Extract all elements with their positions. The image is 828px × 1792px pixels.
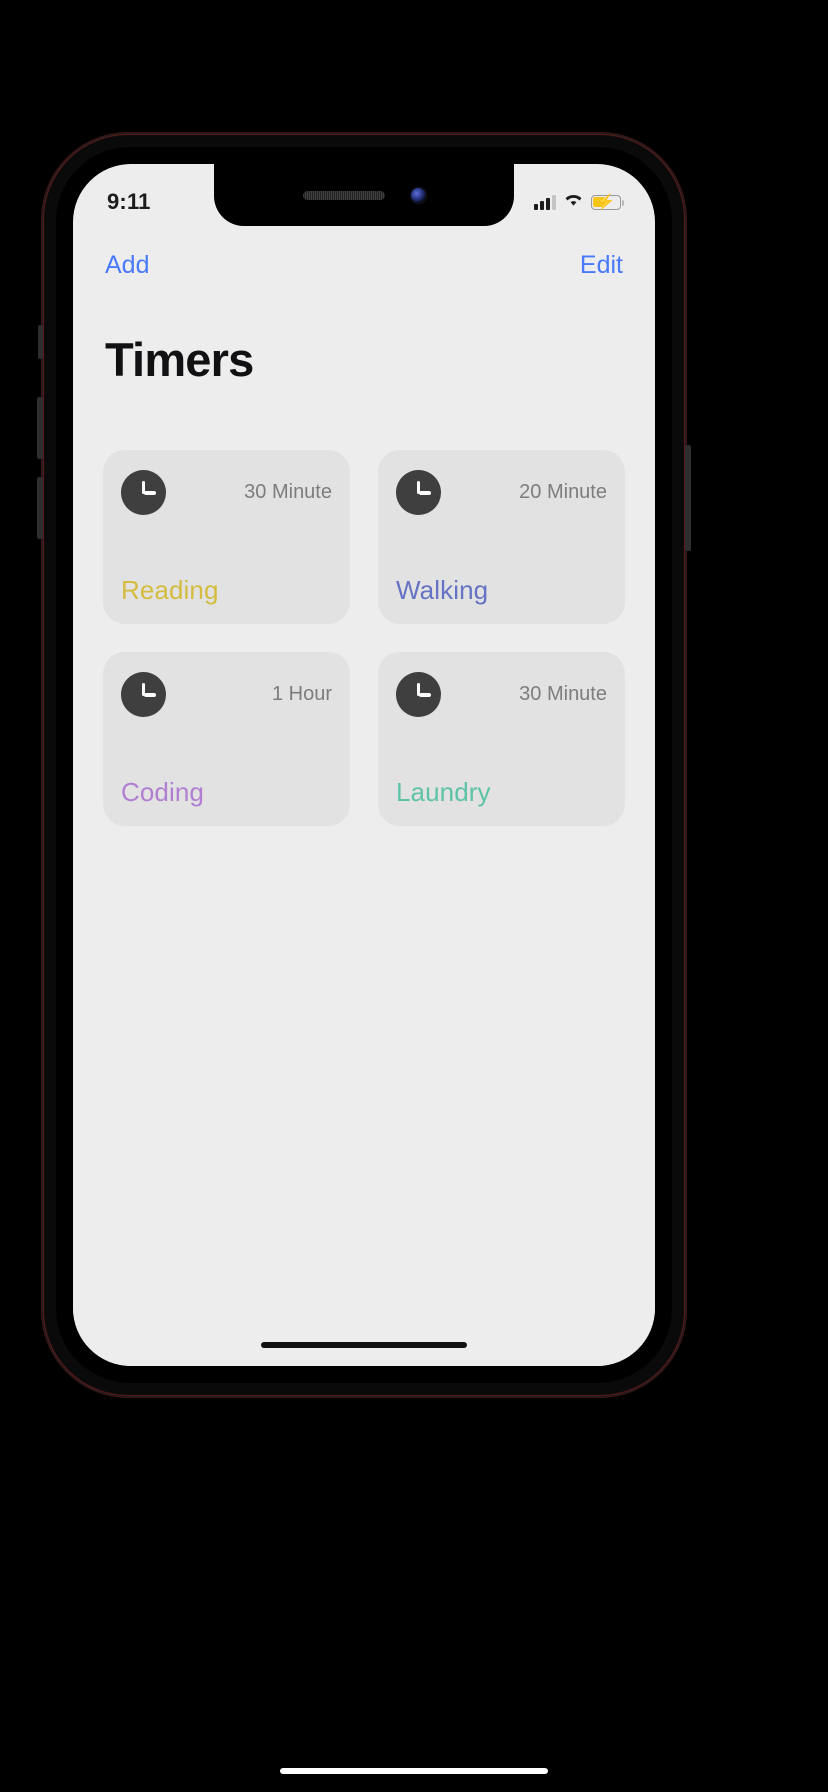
status-bar-time: 9:11 — [107, 189, 151, 214]
edit-button[interactable]: Edit — [580, 253, 623, 278]
clock-icon — [396, 672, 441, 718]
device-frame: 9:11 ⚡ Add Edit Timers 30 Minute Reading… — [37, 133, 691, 1397]
timer-duration: 30 Minute — [244, 481, 332, 504]
notch — [214, 164, 514, 226]
silent-switch-button[interactable] — [38, 325, 43, 359]
timer-card-coding[interactable]: 1 Hour Coding — [103, 652, 350, 827]
volume-up-button[interactable] — [37, 397, 43, 459]
earpiece-speaker-icon — [302, 190, 385, 200]
timer-card-laundry[interactable]: 30 Minute Laundry — [378, 652, 625, 827]
power-button[interactable] — [685, 445, 691, 551]
front-camera-icon — [410, 187, 426, 203]
clock-icon — [121, 672, 166, 718]
add-button[interactable]: Add — [105, 253, 149, 278]
volume-down-button[interactable] — [37, 477, 43, 539]
timer-grid: 30 Minute Reading 20 Minute Walking 1 Ho… — [73, 416, 655, 827]
timer-duration: 30 Minute — [519, 683, 607, 706]
timer-duration: 1 Hour — [271, 683, 332, 706]
timer-duration: 20 Minute — [519, 481, 607, 504]
navigation-bar: Add Edit — [73, 226, 655, 278]
clock-icon — [396, 470, 441, 516]
timer-label: Laundry — [396, 777, 491, 808]
timer-card-header: 1 Hour — [121, 672, 332, 718]
timer-card-header: 30 Minute — [121, 470, 332, 516]
phone-screen: 9:11 ⚡ Add Edit Timers 30 Minute Reading… — [73, 164, 655, 1366]
timer-card-walking[interactable]: 20 Minute Walking — [378, 450, 625, 625]
page-title: Timers — [105, 333, 254, 387]
clock-icon — [121, 470, 166, 516]
home-indicator[interactable] — [261, 1342, 467, 1348]
timer-card-header: 20 Minute — [396, 470, 607, 516]
timer-label: Coding — [121, 777, 204, 808]
battery-charging-icon: ⚡ — [591, 193, 624, 211]
cellular-bars-icon — [534, 194, 556, 210]
timer-card-reading[interactable]: 30 Minute Reading — [103, 450, 350, 625]
wifi-icon — [563, 192, 584, 212]
status-bar-indicators: ⚡ — [534, 192, 624, 212]
timer-label: Walking — [396, 575, 489, 606]
charging-bolt-icon: ⚡ — [596, 193, 616, 211]
system-home-bar[interactable] — [280, 1768, 548, 1774]
timer-label: Reading — [121, 575, 219, 606]
app-content: Add Edit Timers 30 Minute Reading 20 Min… — [73, 226, 655, 1366]
timer-card-header: 30 Minute — [396, 672, 607, 718]
